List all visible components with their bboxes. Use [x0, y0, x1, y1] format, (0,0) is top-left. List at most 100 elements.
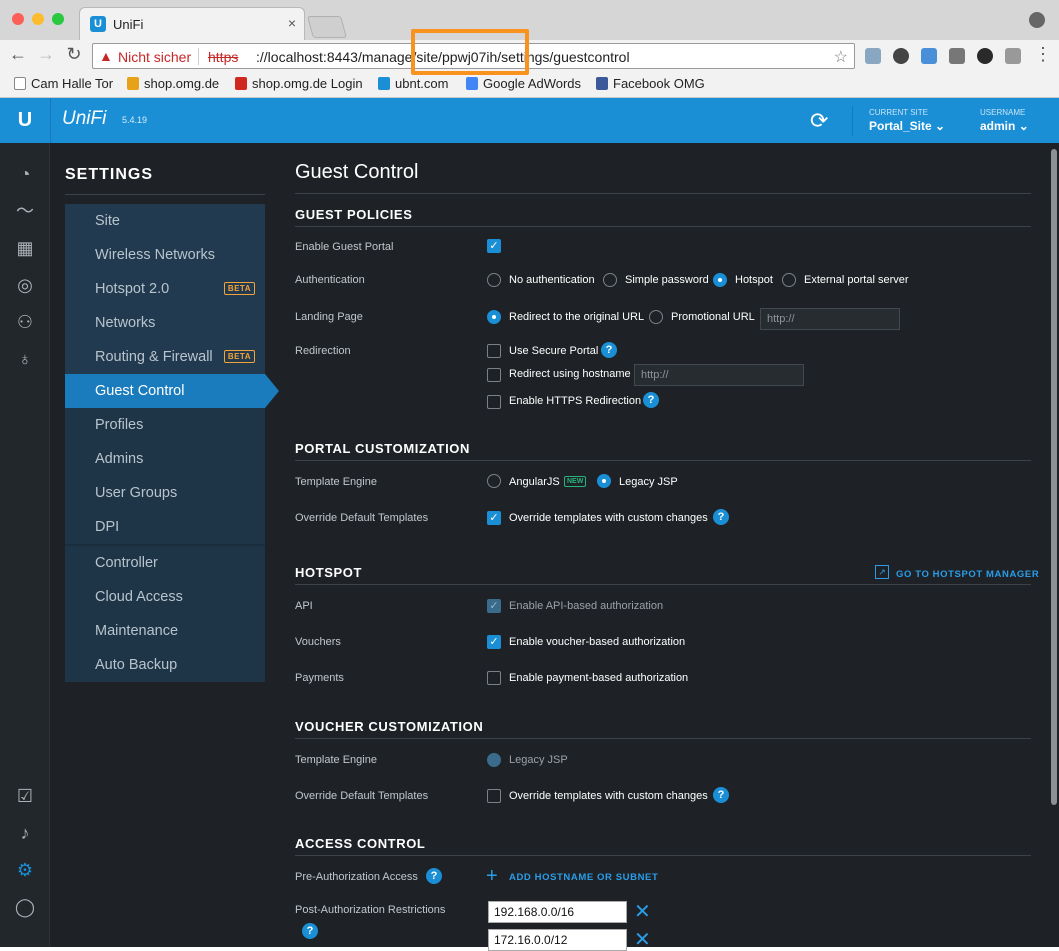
promotional-url-input[interactable]: http:// [760, 308, 900, 330]
clients-icon[interactable]: ⚇ [13, 310, 37, 334]
bookmark-star-icon[interactable]: ☆ [834, 47, 848, 67]
extension-color-icon[interactable] [977, 48, 993, 64]
landing-redirect-original-radio[interactable] [487, 310, 501, 324]
go-to-hotspot-manager-link[interactable]: GO TO HOTSPOT MANAGER [896, 569, 1039, 580]
engine-legacy-jsp-radio[interactable] [597, 474, 611, 488]
auth-no-authentication-radio[interactable] [487, 273, 501, 287]
chat-icon[interactable]: ◯ [13, 895, 37, 919]
alerts-check-icon[interactable]: ☑ [13, 784, 37, 808]
extension-cast-icon[interactable] [865, 48, 881, 64]
settings-nav-dpi[interactable]: DPI [65, 510, 265, 544]
settings-nav-profiles[interactable]: Profiles [65, 408, 265, 442]
refresh-icon[interactable]: ⟳ [810, 108, 828, 134]
insights-icon[interactable]: ♁ [13, 347, 37, 371]
scrollbar-thumb[interactable] [1051, 149, 1057, 805]
bookmark-item[interactable]: shop.omg.de Login [235, 76, 363, 91]
external-link-icon[interactable]: ↗ [875, 565, 889, 579]
settings-nav-auto-backup[interactable]: Auto Backup [65, 648, 265, 682]
help-icon[interactable]: ? [426, 868, 442, 884]
bookmark-item[interactable]: Google AdWords [466, 76, 581, 91]
reload-icon[interactable]: ↻ [62, 44, 86, 65]
scrollbar[interactable] [1049, 143, 1059, 947]
page-icon [14, 77, 26, 90]
help-icon[interactable]: ? [713, 509, 729, 525]
settings-gear-icon[interactable] [893, 48, 909, 64]
extension-note-icon[interactable] [949, 48, 965, 64]
add-hostname-subnet-link[interactable]: ADD HOSTNAME OR SUBNET [509, 872, 658, 883]
minimize-window-button[interactable] [32, 13, 44, 25]
settings-nav-routing-firewall[interactable]: Routing & Firewall BETA [65, 340, 265, 374]
bookmark-item[interactable]: shop.omg.de [127, 76, 219, 91]
browser-tab[interactable]: U UniFi × [79, 7, 305, 40]
remove-restriction-icon[interactable]: ✕ [634, 930, 651, 950]
api-authorization-option: Enable API-based authorization [509, 600, 664, 612]
help-icon[interactable]: ? [601, 342, 617, 358]
profile-icon[interactable] [1029, 12, 1045, 28]
settings-nav-hotspot-2[interactable]: Hotspot 2.0 BETA [65, 272, 265, 306]
new-tab-button[interactable] [307, 16, 347, 38]
settings-nav-admins[interactable]: Admins [65, 442, 265, 476]
back-icon[interactable]: ← [6, 44, 30, 65]
bookmarks-bar: Cam Halle Tor shop.omg.de shop.omg.de Lo… [0, 72, 1059, 98]
auth-external-portal-radio[interactable] [782, 273, 796, 287]
landing-promotional-radio[interactable] [649, 310, 663, 324]
settings-nav-wireless-networks[interactable]: Wireless Networks [65, 238, 265, 272]
hotspot-heading: HOTSPOT [295, 565, 363, 580]
facebook-icon [596, 77, 608, 90]
user-menu[interactable]: admin ⌄ [980, 119, 1029, 133]
bookmark-item[interactable]: Facebook OMG [596, 76, 705, 91]
extension-translate-icon[interactable] [921, 48, 937, 64]
bookmark-item[interactable]: ubnt.com [378, 76, 448, 91]
notifications-bell-icon[interactable]: ♪ [13, 821, 37, 845]
header-divider [50, 98, 51, 143]
hostname-input[interactable]: http:// [634, 364, 804, 386]
redirect-hostname-checkbox[interactable] [487, 368, 501, 382]
settings-nav-controller[interactable]: Controller [65, 546, 265, 580]
forward-icon[interactable]: → [34, 44, 58, 65]
voucher-override-checkbox[interactable] [487, 789, 501, 803]
use-secure-portal-checkbox[interactable] [487, 344, 501, 358]
remove-restriction-icon[interactable]: ✕ [634, 902, 651, 922]
help-icon[interactable]: ? [643, 392, 659, 408]
auth-simple-password-radio[interactable] [603, 273, 617, 287]
engine-legacy-label: Legacy JSP [619, 476, 678, 488]
voucher-legacy-jsp-radio[interactable] [487, 753, 501, 767]
settings-gears-icon[interactable]: ⚙ [13, 858, 37, 882]
bookmark-item[interactable]: Cam Halle Tor [14, 76, 113, 91]
current-site-select[interactable]: Portal_Site ⌄ [869, 119, 945, 133]
settings-nav-maintenance[interactable]: Maintenance [65, 614, 265, 648]
menu-icon[interactable]: ⋮ [1031, 44, 1055, 65]
navigation-bar: ← → ↻ ▲ Nicht sicher https ://localhost:… [0, 40, 1059, 72]
auth-hotspot-radio[interactable] [713, 273, 727, 287]
tab-close-button[interactable]: × [288, 15, 296, 31]
engine-angularjs-radio[interactable] [487, 474, 501, 488]
plus-icon[interactable]: + [486, 866, 498, 886]
voucher-authorization-checkbox[interactable]: ✓ [487, 635, 501, 649]
settings-nav-cloud-access[interactable]: Cloud Access [65, 580, 265, 614]
payment-authorization-checkbox[interactable] [487, 671, 501, 685]
enable-portal-label: Enable Guest Portal [295, 241, 394, 253]
close-window-button[interactable] [12, 13, 24, 25]
override-templates-checkbox[interactable]: ✓ [487, 511, 501, 525]
statistics-icon[interactable]: 〜 [13, 199, 37, 223]
tab-title: UniFi [113, 17, 144, 32]
settings-nav-user-groups[interactable]: User Groups [65, 476, 265, 510]
api-authorization-checkbox[interactable]: ✓ [487, 599, 501, 613]
restriction-subnet-input[interactable]: 192.168.0.0/16 [488, 901, 627, 923]
dashboard-icon[interactable]: ◔ [13, 162, 37, 186]
restriction-subnet-input[interactable]: 172.16.0.0/12 [488, 929, 627, 951]
help-icon[interactable]: ? [713, 787, 729, 803]
maximize-window-button[interactable] [52, 13, 64, 25]
landing-option-label: Redirect to the original URL [509, 311, 645, 323]
https-redirection-checkbox[interactable] [487, 395, 501, 409]
extension-tools-icon[interactable] [1005, 48, 1021, 64]
help-icon[interactable]: ? [302, 923, 318, 939]
access-control-heading: ACCESS CONTROL [295, 836, 426, 851]
settings-nav-networks[interactable]: Networks [65, 306, 265, 340]
ubiquiti-logo-icon[interactable]: U [14, 109, 36, 131]
settings-nav-site[interactable]: Site [65, 204, 265, 238]
enable-guest-portal-checkbox[interactable]: ✓ [487, 239, 501, 253]
map-icon[interactable]: ▦ [13, 236, 37, 260]
devices-icon[interactable]: ◎ [13, 273, 37, 297]
settings-nav-guest-control[interactable]: Guest Control [65, 374, 265, 408]
